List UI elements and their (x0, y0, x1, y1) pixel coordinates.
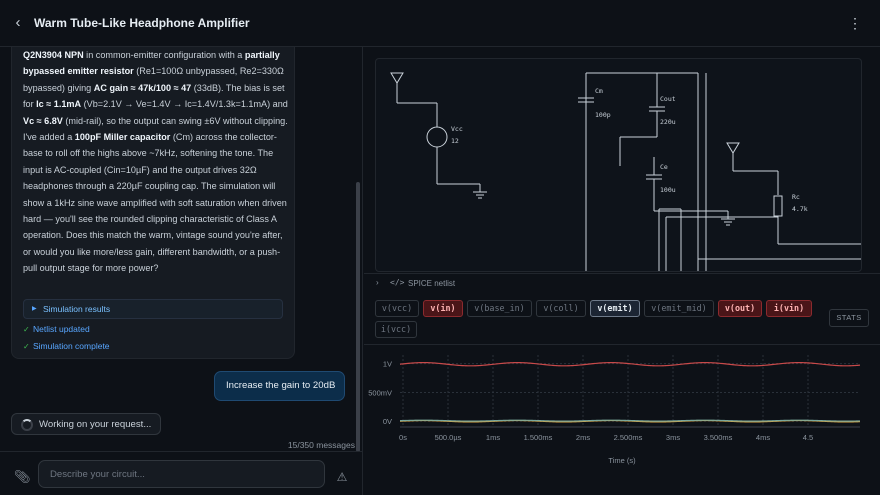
signal-chip[interactable]: v(vcc) (375, 300, 419, 317)
ai-message-text: Q2N3904 NPN in common-emitter configurat… (23, 50, 288, 274)
label-cout-value: 220u (660, 118, 676, 126)
circuit-panel: Vcc 12 Cm 100p Cout 220u Ce 100u Rc 4.7k… (364, 47, 880, 495)
warning-icon[interactable]: ⚠ (334, 470, 350, 484)
resistor-symbol (773, 195, 783, 217)
x-tick-label: 3ms (666, 433, 680, 442)
x-tick-label: 500.0µs (435, 433, 462, 442)
schematic-view[interactable]: Vcc 12 Cm 100p Cout 220u Ce 100u Rc 4.7k (375, 58, 862, 272)
status-simulation-complete: ✓ Simulation complete (23, 341, 110, 351)
kebab-icon[interactable]: ⋮ (848, 14, 862, 32)
working-indicator: Working on your request... (11, 413, 161, 435)
triangle-right-icon: ▶ (32, 306, 37, 312)
spinner-icon (21, 419, 33, 431)
signal-chip[interactable]: v(emit) (590, 300, 640, 317)
status-label: Netlist updated (33, 324, 90, 334)
label-vcc: Vcc (451, 125, 463, 133)
x-tick-label: 1.500ms (524, 433, 553, 442)
voltage-source-symbol (426, 126, 448, 148)
signal-chip[interactable]: v(emit_mid) (644, 300, 714, 317)
simulation-results-label: Simulation results (43, 304, 111, 314)
x-tick-label: 2ms (576, 433, 590, 442)
netlist-label: SPICE netlist (408, 279, 456, 288)
label-ce: Ce (660, 163, 668, 171)
x-tick-label: 0s (399, 433, 407, 442)
signal-chip[interactable]: v(base_in) (467, 300, 532, 317)
label-rc: Rc (792, 193, 800, 201)
chat-input-bar: 📎︎ ⚠ (0, 451, 362, 495)
signal-chip[interactable]: v(in) (423, 300, 463, 317)
signal-chip[interactable]: i(vin) (766, 300, 812, 317)
label-cm-value: 100p (595, 111, 611, 119)
antenna-symbol (390, 72, 404, 84)
label-ce-value: 100u (660, 186, 676, 194)
check-icon: ✓ (23, 325, 30, 334)
label-rc-value: 4.7k (792, 205, 808, 213)
chevron-left-icon[interactable]: ‹ (10, 14, 26, 32)
stats-button[interactable]: STATS (829, 309, 869, 327)
x-tick-label: 1ms (486, 433, 500, 442)
label-cm: Cm (595, 87, 603, 95)
y-tick-label: 0V (383, 417, 392, 426)
x-axis-label: Time (s) (608, 456, 636, 465)
chat-scrollbar-thumb[interactable] (356, 182, 360, 452)
page-title: Warm Tube-Like Headphone Amplifier (34, 16, 250, 30)
x-tick-label: 4.5 (803, 433, 813, 442)
simulation-results-toggle[interactable]: ▶ Simulation results (23, 299, 283, 319)
bold-text: AC gain ≈ 47k/100 ≈ 47 (93, 82, 192, 93)
y-tick-label: 1V (383, 360, 392, 369)
chevron-right-icon: › (376, 278, 379, 287)
bold-text: Q2N3904 NPN (23, 50, 84, 60)
code-icon: </> (390, 278, 405, 287)
x-tick-label: 3.500ms (704, 433, 733, 442)
label-vcc-value: 12 (451, 137, 459, 145)
signal-chip[interactable]: v(out) (718, 300, 762, 317)
y-tick-label: 500mV (368, 388, 392, 397)
check-icon: ✓ (23, 342, 30, 351)
status-netlist-updated: ✓ Netlist updated (23, 324, 90, 334)
chat-input[interactable] (38, 460, 325, 488)
bold-text: Ic ≈ 1.1mA (36, 99, 82, 110)
user-message-bubble: Increase the gain to 20dB (214, 371, 345, 401)
schematic-svg: Vcc 12 Cm 100p Cout 220u Ce 100u Rc 4.7k (390, 72, 861, 271)
bold-text: 100pF Miller capacitor (74, 132, 171, 143)
signal-chip[interactable]: i(vcc) (375, 321, 417, 338)
series-line (399, 361, 861, 367)
status-label: Simulation complete (33, 341, 110, 351)
label-cout: Cout (660, 95, 676, 103)
paperclip-icon[interactable]: 📎︎ (14, 470, 31, 484)
x-tick-label: 4ms (756, 433, 770, 442)
app-header: ‹ Warm Tube-Like Headphone Amplifier ⋮ (0, 0, 880, 47)
netlist-toggle[interactable]: › </> SPICE netlist (364, 273, 880, 293)
chat-panel: Q2N3904 NPN in common-emitter configurat… (0, 47, 363, 495)
waveform-plot[interactable]: 0s 500.0µs 1ms 1.500ms 2ms 2.500ms 3ms 3.500ms 4… (364, 345, 880, 495)
message-count: 15/350 messages (287, 440, 355, 450)
user-message-text: Increase the gain to 20dB (226, 380, 336, 391)
signal-chip[interactable]: v(coll) (536, 300, 586, 317)
working-label: Working on your request... (39, 419, 152, 430)
x-tick-label: 2.500ms (614, 433, 643, 442)
plot-svg: 0s 500.0µs 1ms 1.500ms 2ms 2.500ms 3ms 3.500ms 4… (368, 355, 861, 465)
bold-text: Vc ≈ 6.8V (23, 115, 63, 126)
app-root: ‹ Warm Tube-Like Headphone Amplifier ⋮ Q… (0, 0, 880, 495)
